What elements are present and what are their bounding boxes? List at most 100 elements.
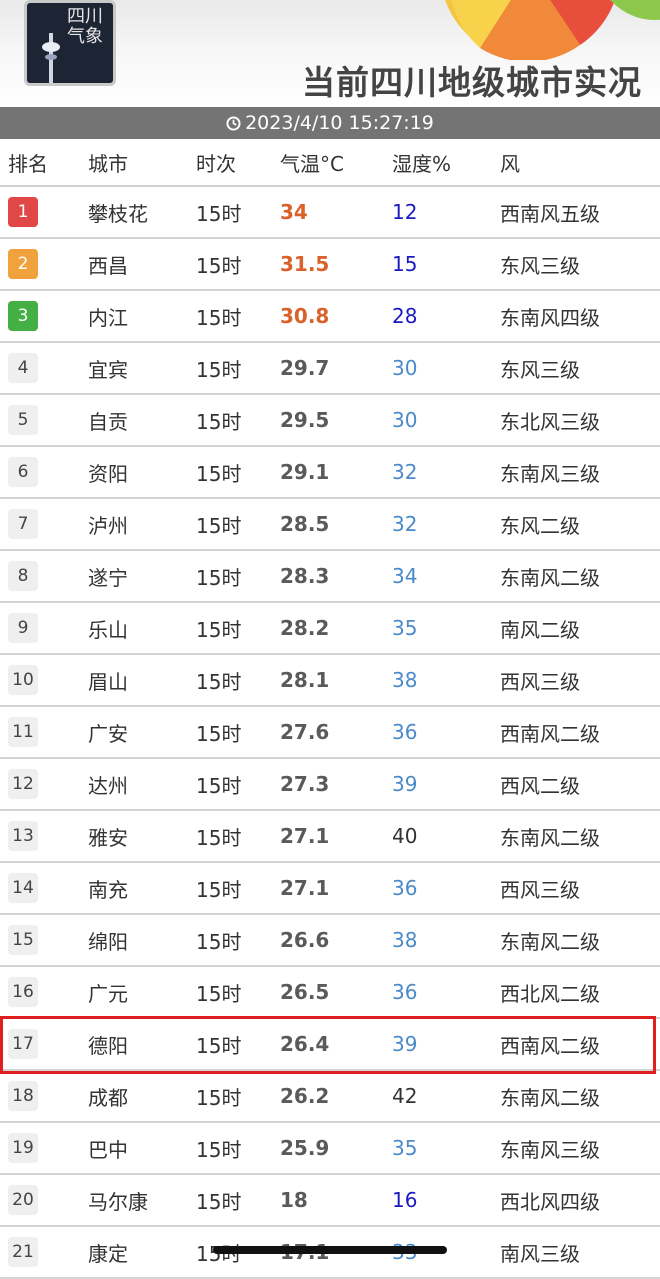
temperature-cell: 28.3: [280, 564, 330, 588]
header-hour: 时次: [196, 151, 236, 176]
logo-text: 四川气象: [67, 6, 103, 47]
wind-cell: 东南风二级: [500, 1085, 600, 1110]
rank-badge: 2: [8, 249, 38, 279]
wind-cell: 西北风四级: [500, 1189, 600, 1214]
header-wind: 风: [500, 151, 520, 176]
rank-badge: 15: [8, 925, 38, 955]
table-row: 20 马尔康 15时 18 16 西北风四级: [0, 1175, 660, 1227]
temperature-cell: 18: [280, 1188, 308, 1212]
hour-cell: 15时: [196, 617, 242, 642]
humidity-cell: 34: [392, 564, 418, 588]
header-temperature: 气温°C: [280, 151, 344, 176]
temperature-cell: 26.5: [280, 980, 330, 1004]
rank-badge: 13: [8, 821, 38, 851]
header-humidity: 湿度%: [392, 151, 452, 176]
hour-cell: 15时: [196, 513, 242, 538]
humidity-cell: 36: [392, 720, 418, 744]
table-header: 排名 城市 时次 气温°C 湿度% 风: [0, 139, 660, 187]
city-name: 绵阳: [88, 929, 128, 954]
update-timestamp: 2023/4/10 15:27:19: [245, 112, 434, 134]
table-row: 18 成都 15时 26.2 42 东南风二级: [0, 1071, 660, 1123]
humidity-cell: 32: [392, 460, 418, 484]
hour-cell: 15时: [196, 825, 242, 850]
table-row: 7 泸州 15时 28.5 32 东风二级: [0, 499, 660, 551]
city-name: 遂宁: [88, 565, 128, 590]
city-name: 攀枝花: [88, 201, 148, 226]
table-row: 15 绵阳 15时 26.6 38 东南风二级: [0, 915, 660, 967]
city-name: 达州: [88, 773, 128, 798]
humidity-cell: 15: [392, 252, 418, 276]
page-title: 当前四川地级城市实况: [302, 63, 642, 102]
table-row: 6 资阳 15时 29.1 32 东南风三级: [0, 447, 660, 499]
table-row: 1 攀枝花 15时 34 12 西南风五级: [0, 187, 660, 239]
humidity-cell: 39: [392, 772, 418, 796]
header-rank: 排名: [8, 151, 48, 176]
rank-badge: 11: [8, 717, 38, 747]
city-name: 雅安: [88, 825, 128, 850]
temperature-cell: 26.2: [280, 1084, 330, 1108]
wind-cell: 东南风二级: [500, 929, 600, 954]
rank-badge: 5: [8, 405, 38, 435]
table-row: 19 巴中 15时 25.9 35 东南风三级: [0, 1123, 660, 1175]
table-row: 12 达州 15时 27.3 39 西风二级: [0, 759, 660, 811]
table-row: 8 遂宁 15时 28.3 34 东南风二级: [0, 551, 660, 603]
wind-cell: 西南风二级: [500, 721, 600, 746]
temperature-cell: 29.7: [280, 356, 330, 380]
rank-badge: 7: [8, 509, 38, 539]
city-name: 宜宾: [88, 357, 128, 382]
humidity-cell: 30: [392, 356, 418, 380]
city-name: 资阳: [88, 461, 128, 486]
rank-badge: 6: [8, 457, 38, 487]
colorful-balloon-decoration: [445, 0, 660, 60]
humidity-cell: 42: [392, 1084, 418, 1108]
wind-cell: 东南风四级: [500, 305, 600, 330]
temperature-cell: 25.9: [280, 1136, 330, 1160]
table-row: 2 西昌 15时 31.5 15 东风三级: [0, 239, 660, 291]
temperature-cell: 27.1: [280, 876, 330, 900]
city-name: 南充: [88, 877, 128, 902]
temperature-cell: 30.8: [280, 304, 330, 328]
sichuan-weather-logo: 四川气象: [24, 0, 116, 86]
hour-cell: 15时: [196, 877, 242, 902]
home-indicator-bar[interactable]: [213, 1246, 447, 1254]
temperature-cell: 29.1: [280, 460, 330, 484]
rank-badge: 1: [8, 197, 38, 227]
temperature-cell: 27.1: [280, 824, 330, 848]
wind-cell: 南风二级: [500, 617, 580, 642]
rank-badge: 20: [8, 1185, 38, 1215]
table-row: 14 南充 15时 27.1 36 西风三级: [0, 863, 660, 915]
city-name: 康定: [88, 1241, 128, 1266]
temperature-cell: 28.1: [280, 668, 330, 692]
wind-cell: 东风三级: [500, 357, 580, 382]
wind-cell: 东南风三级: [500, 461, 600, 486]
wind-cell: 西风三级: [500, 877, 580, 902]
rank-badge: 10: [8, 665, 38, 695]
wind-cell: 东北风三级: [500, 409, 600, 434]
city-name: 德阳: [88, 1033, 128, 1058]
hour-cell: 15时: [196, 461, 242, 486]
wind-cell: 东南风二级: [500, 825, 600, 850]
temperature-cell: 28.5: [280, 512, 330, 536]
city-name: 眉山: [88, 669, 128, 694]
city-weather-table: 排名 城市 时次 气温°C 湿度% 风 1 攀枝花 15时 34 12 西南风五…: [0, 139, 660, 1279]
humidity-cell: 12: [392, 200, 418, 224]
table-row: 17 德阳 15时 26.4 39 西南风二级: [0, 1019, 660, 1071]
header-city: 城市: [88, 151, 128, 176]
rank-badge: 3: [8, 301, 38, 331]
hour-cell: 15时: [196, 1085, 242, 1110]
rank-badge: 19: [8, 1133, 38, 1163]
temperature-cell: 31.5: [280, 252, 330, 276]
hour-cell: 15时: [196, 1189, 242, 1214]
table-row: 5 自贡 15时 29.5 30 东北风三级: [0, 395, 660, 447]
humidity-cell: 28: [392, 304, 418, 328]
wind-cell: 西风二级: [500, 773, 580, 798]
city-name: 马尔康: [88, 1189, 148, 1214]
temperature-cell: 26.6: [280, 928, 330, 952]
hour-cell: 15时: [196, 305, 242, 330]
wind-cell: 东南风二级: [500, 565, 600, 590]
wind-cell: 东南风三级: [500, 1137, 600, 1162]
rank-badge: 12: [8, 769, 38, 799]
table-row: 11 广安 15时 27.6 36 西南风二级: [0, 707, 660, 759]
hour-cell: 15时: [196, 357, 242, 382]
city-name: 广安: [88, 721, 128, 746]
